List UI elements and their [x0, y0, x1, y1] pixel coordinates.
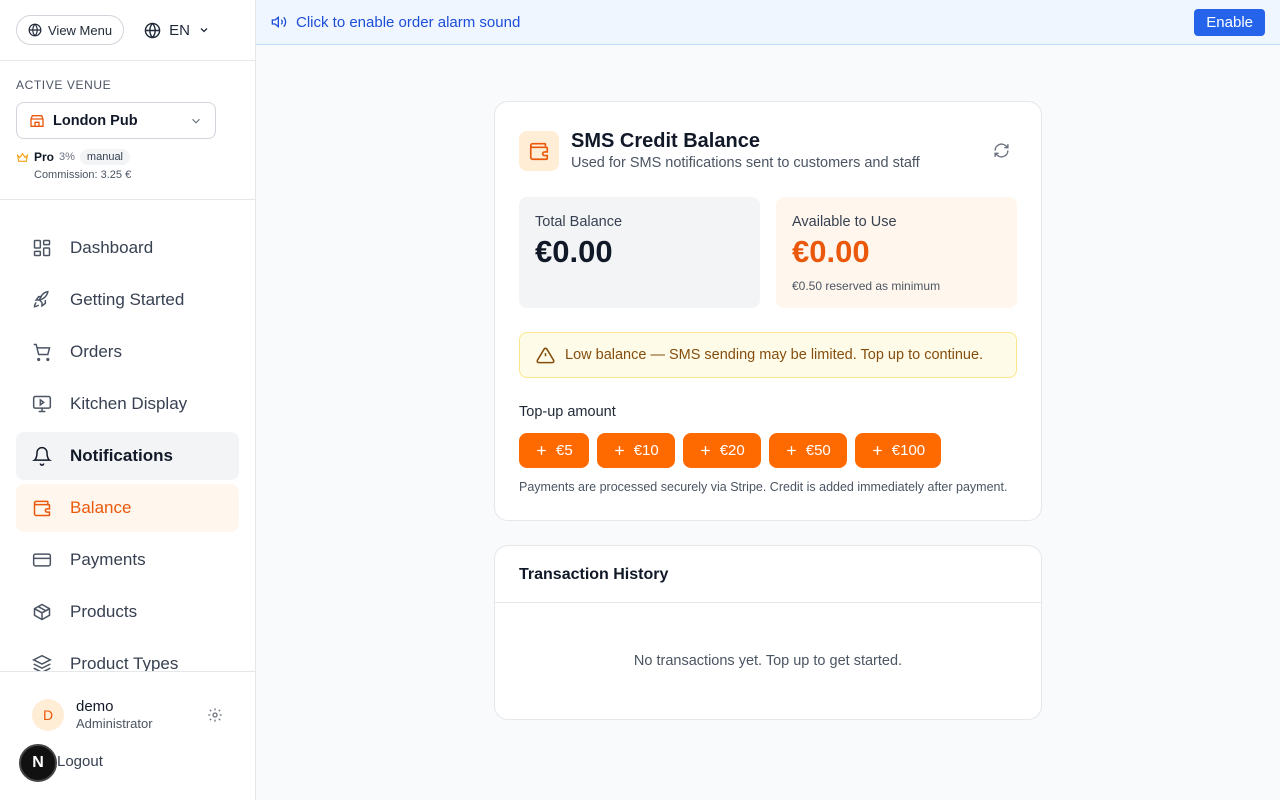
- view-menu-button[interactable]: View Menu: [16, 15, 125, 45]
- gear-icon[interactable]: [207, 707, 223, 723]
- low-balance-warning: Low balance — SMS sending may be limited…: [519, 332, 1017, 378]
- wallet-icon: [519, 131, 559, 171]
- wallet-icon: [33, 500, 51, 517]
- sidebar-item-product-types[interactable]: Product Types: [16, 640, 239, 672]
- plan-info: Pro 3% manual: [16, 149, 239, 165]
- sidebar-item-balance[interactable]: Balance: [16, 484, 239, 532]
- reserved-note: €0.50 reserved as minimum: [792, 279, 941, 293]
- dashboard-icon: [33, 239, 51, 257]
- user-name: demo: [76, 698, 114, 715]
- sidebar-item-label: Payments: [70, 550, 146, 569]
- venue-name: London Pub: [53, 112, 138, 129]
- payment-note: Payments are processed securely via Stri…: [519, 480, 1008, 494]
- venue-section: ACTIVE VENUE London Pub Pro 3% manual Co…: [0, 61, 255, 200]
- warning-text: Low balance — SMS sending may be limited…: [565, 347, 984, 363]
- empty-state-text: No transactions yet. Top up to get start…: [633, 653, 903, 669]
- sidebar-nav: Dashboard Getting Started Orders Kitchen…: [0, 200, 255, 672]
- total-balance-value: €0.00: [535, 234, 613, 269]
- sidebar-item-label: Dashboard: [70, 238, 154, 257]
- topup-5-button[interactable]: €5: [519, 433, 589, 468]
- crown-icon: [16, 152, 29, 162]
- plus-icon: [537, 446, 546, 455]
- plus-icon: [614, 446, 624, 455]
- page-title: SMS Credit Balance: [571, 130, 760, 152]
- sidebar-item-notifications[interactable]: Notifications: [16, 432, 239, 480]
- topup-amount: €100: [891, 442, 926, 459]
- globe-icon: [144, 22, 161, 38]
- bell-icon: [32, 446, 52, 466]
- available-balance-box: Available to Use €0.00 €0.50 reserved as…: [776, 197, 1017, 308]
- globe-icon: [28, 23, 42, 37]
- topup-amount: €5: [556, 442, 573, 459]
- sidebar-item-label: Kitchen Display: [70, 394, 188, 413]
- sidebar-item-payments[interactable]: Payments: [16, 536, 239, 584]
- sms-balance-card: SMS Credit Balance Used for SMS notifica…: [494, 101, 1042, 521]
- plan-mode-badge: manual: [79, 149, 130, 165]
- sidebar-item-dashboard[interactable]: Dashboard: [16, 224, 239, 272]
- sidebar-item-getting-started[interactable]: Getting Started: [16, 276, 239, 324]
- balance-stats: Total Balance €0.00 Available to Use €0.…: [519, 197, 1017, 308]
- rocket-icon: [33, 290, 49, 308]
- avatar: D: [32, 698, 64, 731]
- total-balance-box: Total Balance €0.00: [519, 197, 760, 308]
- cart-icon: [33, 343, 51, 362]
- active-venue-label: ACTIVE VENUE: [16, 78, 112, 92]
- sidebar-item-label: Products: [70, 602, 138, 621]
- sidebar-item-kitchen-display[interactable]: Kitchen Display: [16, 380, 239, 428]
- chevron-down-icon: [200, 28, 208, 33]
- language-selector[interactable]: EN: [136, 22, 218, 39]
- refresh-icon[interactable]: [993, 142, 1010, 159]
- warning-icon: [536, 347, 555, 363]
- language-code: EN: [169, 21, 190, 39]
- topup-20-button[interactable]: €20: [682, 433, 761, 468]
- page-subtitle: Used for SMS notifications sent to custo…: [571, 155, 920, 171]
- sidebar-item-label: Notifications: [70, 446, 173, 465]
- topup-buttons: €5 €10 €20 €50 €100: [519, 433, 1017, 468]
- plus-icon: [786, 446, 796, 455]
- topup-10-button[interactable]: €10: [596, 433, 675, 468]
- total-balance-label: Total Balance: [535, 214, 623, 230]
- available-balance-value: €0.00: [792, 234, 870, 269]
- available-balance-label: Available to Use: [792, 214, 897, 230]
- view-menu-label: View Menu: [48, 22, 113, 38]
- sidebar-item-label: Product Types: [70, 654, 179, 672]
- sidebar-header: View Menu EN: [0, 0, 255, 61]
- transaction-history-title: Transaction History: [495, 546, 1041, 603]
- logout-label: Logout: [57, 753, 103, 770]
- card-header: SMS Credit Balance Used for SMS notifica…: [519, 130, 1017, 171]
- monitor-icon: [32, 395, 52, 413]
- plus-icon: [700, 446, 710, 455]
- sidebar-item-products[interactable]: Products: [16, 588, 239, 636]
- topup-amount: €50: [805, 442, 831, 459]
- topup-amount: €10: [633, 442, 659, 459]
- user-panel: D demo Administrator: [16, 698, 239, 731]
- topup-label: Top-up amount: [519, 404, 616, 420]
- chevron-down-icon: [192, 118, 200, 124]
- credit-card-icon: [32, 553, 52, 567]
- venue-select[interactable]: London Pub: [16, 102, 216, 139]
- box-icon: [33, 603, 51, 621]
- plan-rate: 3%: [59, 151, 75, 163]
- alarm-sound-bar: Click to enable order alarm sound Enable: [256, 0, 1280, 45]
- sidebar-item-label: Balance: [70, 498, 132, 517]
- transaction-history-card: Transaction History No transactions yet.…: [494, 545, 1042, 720]
- sidebar-item-orders[interactable]: Orders: [16, 328, 239, 376]
- enable-sound-button[interactable]: Enable: [1194, 8, 1265, 36]
- topup-100-button[interactable]: €100: [854, 433, 942, 468]
- speaker-icon: [271, 15, 287, 29]
- sidebar-item-label: Orders: [70, 342, 122, 361]
- topup-50-button[interactable]: €50: [768, 433, 847, 468]
- alarm-sound-text[interactable]: Click to enable order alarm sound: [296, 14, 1185, 31]
- sidebar: View Menu EN ACTIVE VENUE London Pub Pro…: [0, 0, 256, 800]
- plan-name: Pro: [34, 150, 55, 164]
- topup-amount: €20: [719, 442, 745, 459]
- plus-icon: [872, 446, 882, 455]
- user-role: Administrator: [76, 716, 153, 731]
- sidebar-item-label: Getting Started: [70, 290, 185, 309]
- layers-icon: [32, 654, 52, 672]
- store-icon: [30, 114, 44, 127]
- framework-dev-badge[interactable]: N: [19, 744, 57, 782]
- commission-text: Commission: 3.25 €: [34, 169, 132, 181]
